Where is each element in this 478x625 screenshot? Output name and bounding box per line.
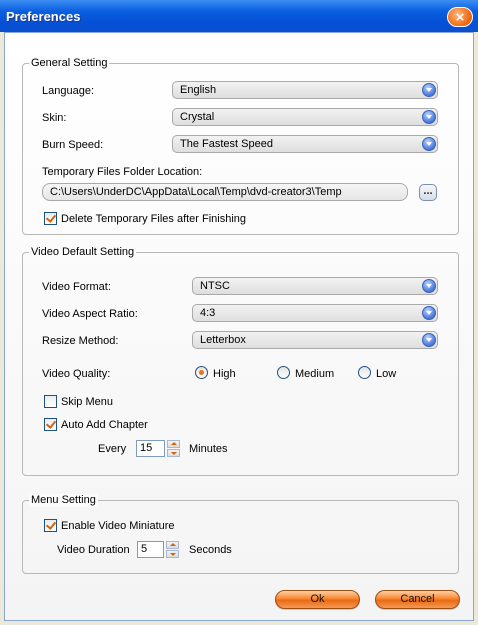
- quality-medium-label: Medium: [295, 368, 335, 380]
- delete-temp-label: Delete Temporary Files after Finishing: [61, 213, 247, 225]
- language-select[interactable]: English: [172, 81, 438, 99]
- burn-speed-label: Burn Speed:: [42, 139, 104, 151]
- video-default-setting-group: Video Default Setting Video Format: NTSC…: [22, 246, 459, 476]
- menu-setting-title: Menu Setting: [29, 494, 98, 507]
- video-format-value: NTSC: [200, 280, 230, 292]
- video-miniature-label: Enable Video Miniature: [61, 520, 175, 532]
- browse-folder-button[interactable]: ...: [419, 184, 437, 201]
- quality-high-radio[interactable]: [195, 366, 208, 379]
- temp-folder-label: Temporary Files Folder Location:: [42, 166, 203, 178]
- chapter-interval-input[interactable]: 15: [136, 440, 165, 457]
- language-label: Language:: [42, 85, 94, 97]
- preferences-window: Preferences × General Setting Language: …: [0, 0, 478, 625]
- auto-chapter-label: Auto Add Chapter: [61, 419, 148, 431]
- video-format-label: Video Format:: [42, 281, 111, 293]
- seconds-label: Seconds: [189, 544, 232, 556]
- video-duration-input[interactable]: 5: [137, 541, 164, 558]
- minutes-label: Minutes: [189, 443, 228, 455]
- video-quality-label: Video Quality:: [42, 368, 111, 380]
- general-setting-group: General Setting Language: English Skin: …: [22, 57, 459, 235]
- quality-high-label: High: [213, 368, 236, 380]
- chevron-down-icon[interactable]: [422, 110, 436, 124]
- ok-button[interactable]: Ok: [275, 590, 360, 609]
- stepper-up-icon[interactable]: [167, 440, 180, 448]
- temp-folder-value: C:\Users\UnderDC\AppData\Local\Temp\dvd-…: [50, 186, 342, 198]
- skip-menu-checkbox[interactable]: [44, 395, 57, 408]
- close-button[interactable]: ×: [447, 7, 473, 27]
- auto-chapter-checkbox[interactable]: [44, 418, 57, 431]
- skin-label: Skin:: [42, 112, 67, 124]
- burn-speed-value: The Fastest Speed: [180, 138, 273, 150]
- aspect-ratio-label: Video Aspect Ratio:: [42, 308, 138, 320]
- aspect-ratio-select[interactable]: 4:3: [192, 304, 438, 322]
- quality-low-label: Low: [376, 368, 397, 380]
- close-icon: ×: [455, 9, 465, 26]
- video-duration-label: Video Duration: [57, 544, 130, 556]
- dialog-body: General Setting Language: English Skin: …: [4, 32, 474, 621]
- chevron-down-icon[interactable]: [422, 137, 436, 151]
- aspect-ratio-value: 4:3: [200, 307, 216, 319]
- resize-method-value: Letterbox: [200, 334, 246, 346]
- temp-folder-input[interactable]: C:\Users\UnderDC\AppData\Local\Temp\dvd-…: [42, 183, 408, 201]
- resize-method-label: Resize Method:: [42, 335, 119, 347]
- stepper-down-icon[interactable]: [166, 550, 179, 558]
- stepper-down-icon[interactable]: [167, 449, 180, 457]
- skin-value: Crystal: [180, 111, 215, 123]
- chapter-interval-stepper[interactable]: [167, 440, 180, 457]
- language-value: English: [180, 84, 217, 96]
- delete-temp-checkbox[interactable]: [44, 212, 57, 225]
- video-format-select[interactable]: NTSC: [192, 277, 438, 295]
- chevron-down-icon[interactable]: [422, 333, 436, 347]
- general-setting-title: General Setting: [29, 57, 110, 70]
- every-label: Every: [98, 443, 127, 455]
- burn-speed-select[interactable]: The Fastest Speed: [172, 135, 438, 153]
- skin-select[interactable]: Crystal: [172, 108, 438, 126]
- window-title: Preferences: [6, 9, 81, 24]
- quality-medium-radio[interactable]: [277, 366, 290, 379]
- video-duration-stepper[interactable]: [166, 541, 179, 558]
- video-default-setting-title: Video Default Setting: [29, 246, 137, 259]
- video-miniature-checkbox[interactable]: [44, 519, 57, 532]
- resize-method-select[interactable]: Letterbox: [192, 331, 438, 349]
- stepper-up-icon[interactable]: [166, 541, 179, 549]
- chevron-down-icon[interactable]: [422, 306, 436, 320]
- skip-menu-label: Skip Menu: [61, 396, 113, 408]
- title-bar[interactable]: Preferences ×: [0, 0, 478, 32]
- menu-setting-group: Menu Setting Enable Video Miniature Vide…: [22, 494, 459, 574]
- cancel-button[interactable]: Cancel: [375, 590, 460, 609]
- quality-low-radio[interactable]: [358, 366, 371, 379]
- chevron-down-icon[interactable]: [422, 83, 436, 97]
- chevron-down-icon[interactable]: [422, 279, 436, 293]
